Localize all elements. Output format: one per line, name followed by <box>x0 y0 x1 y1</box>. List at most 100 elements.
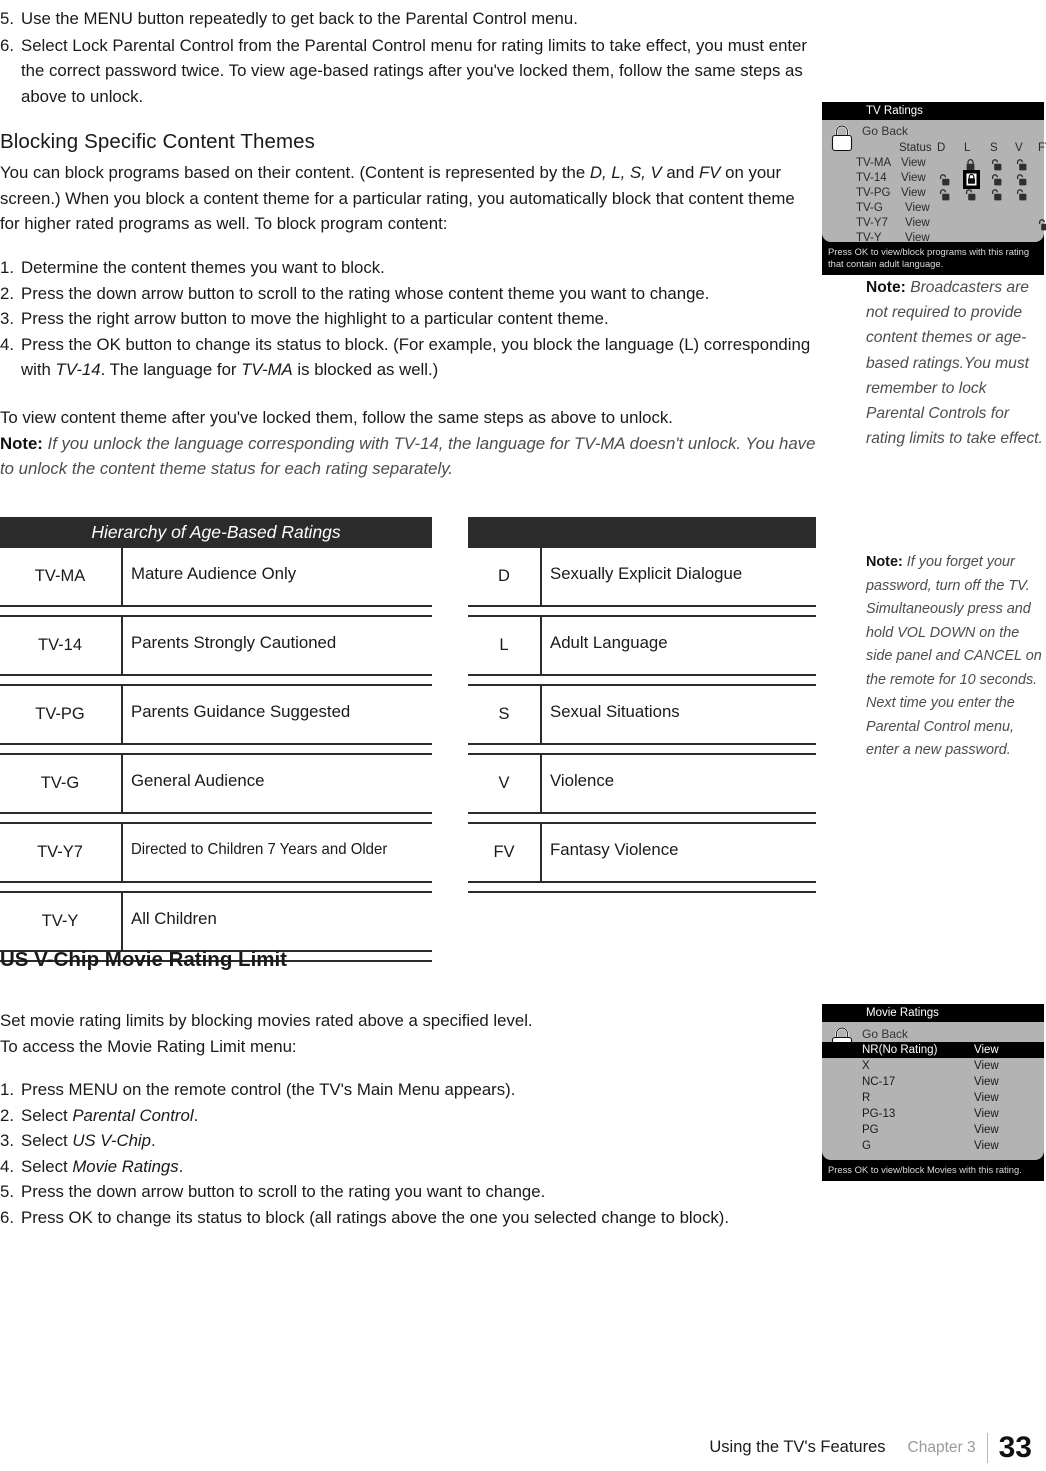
table-row: TV-Y All Children <box>0 893 432 950</box>
movie-rating-name: G <box>862 1140 871 1152</box>
para-part-b: and <box>661 163 700 182</box>
row-separator <box>0 674 432 686</box>
lock-open-icon[interactable] <box>1038 218 1046 231</box>
list-item[interactable]: NC-17 View <box>822 1074 1044 1090</box>
osd-row-status-tv-ma[interactable]: View <box>901 157 926 169</box>
movie-rating-name: PG-13 <box>862 1108 896 1120</box>
note-label: Note: <box>866 279 906 296</box>
lock-open-icon[interactable] <box>991 173 1002 186</box>
note-text: Broadcasters are not required to provide… <box>866 279 1043 448</box>
list-item[interactable]: G View <box>822 1138 1044 1154</box>
movie-rating-status: View <box>974 1124 999 1136</box>
movie-rating-name: R <box>862 1092 871 1104</box>
table-row: TV-Y7 Directed to Children 7 Years and O… <box>0 824 432 881</box>
osd-col-s: S <box>990 142 998 154</box>
list-item-number: 1. <box>0 258 14 277</box>
list-item[interactable]: PG-13 View <box>822 1106 1044 1122</box>
table-row: TV-14 Parents Strongly Cautioned <box>0 617 432 674</box>
osd-row-label-tv-14[interactable]: TV-14 <box>856 172 887 184</box>
section-heading: Blocking Specific Content Themes <box>0 130 316 153</box>
osd-row-label-tv-ma[interactable]: TV-MA <box>856 157 891 169</box>
movie-steps-list: 1. Press MENU on the remote control (the… <box>0 1077 816 1230</box>
osd-ratings-grid: Go Back Status D L S V FV TV-MA View TV-… <box>822 120 1046 244</box>
row-code: TV-G <box>40 774 80 792</box>
list-item-number: 5. <box>0 9 14 28</box>
osd-go-back[interactable]: Go Back <box>862 124 908 138</box>
list-item: 6. Select Lock Parental Control from the… <box>0 33 816 110</box>
lock-open-icon[interactable] <box>939 173 950 186</box>
step-part-c: . <box>193 1105 199 1125</box>
inline-note: Note: If you unlock the language corresp… <box>0 431 816 482</box>
osd-row-status-tv-g[interactable]: View <box>905 202 930 214</box>
side-note-1: Note: Broadcasters are not required to p… <box>866 275 1046 451</box>
lock-open-icon[interactable] <box>991 158 1002 171</box>
list-item-number: 2. <box>0 283 14 303</box>
para-italic-dlsv: D, L, S, V <box>589 163 662 182</box>
osd-body: Go Back NR(No Rating) View X View NC-17 … <box>822 1022 1044 1160</box>
table-age-based-ratings: Hierarchy of Age-Based Ratings TV-MA Mat… <box>0 517 432 962</box>
list-item-text: Press MENU on the remote control (the TV… <box>21 1077 816 1103</box>
lock-open-icon[interactable] <box>991 188 1002 201</box>
step-part-a: Select <box>21 1131 73 1150</box>
list-item[interactable]: X View <box>822 1058 1044 1074</box>
page-number: 33 <box>998 1431 1032 1464</box>
list-item[interactable]: NR(No Rating) View <box>822 1042 1044 1058</box>
osd-row-status-tv-pg[interactable]: View <box>901 187 926 199</box>
osd-row-label-tv-g[interactable]: TV-G <box>856 202 883 214</box>
list-item[interactable]: R View <box>822 1090 1044 1106</box>
osd-row-label-tv-pg[interactable]: TV-PG <box>856 187 891 199</box>
row-code: D <box>498 567 510 585</box>
table-row: D Sexually Explicit Dialogue <box>468 548 816 605</box>
osd-movie-ratings: Movie Ratings Go Back NR(No Rating) View… <box>822 1004 1044 1181</box>
manual-page: 5. Use the MENU button repeatedly to get… <box>0 0 1046 1471</box>
row-code: FV <box>493 843 515 861</box>
movie-rating-status: View <box>974 1140 999 1152</box>
section-movie-rating-limit: US V-Chip Movie Rating Limit <box>0 946 816 973</box>
list-item-number: 3. <box>0 309 14 328</box>
movie-rating-status: View <box>974 1076 999 1088</box>
row-divider <box>540 824 542 881</box>
table-row: TV-PG Parents Guidance Suggested <box>0 686 432 743</box>
list-item-number: 4. <box>0 334 14 354</box>
osd-row-status-tv-y[interactable]: View <box>905 232 930 244</box>
row-description: Fantasy Violence <box>550 840 679 859</box>
list-item[interactable]: PG View <box>822 1122 1044 1138</box>
page-footer: Using the TV's Features Chapter 3 33 <box>0 1423 1046 1471</box>
lock-open-icon[interactable] <box>965 188 976 201</box>
osd-row-status-tv-14[interactable]: View <box>901 172 926 184</box>
blocking-closing-block: To view content theme after you've locke… <box>0 405 816 482</box>
step-italic: Parental Control <box>72 1105 194 1125</box>
osd-row-label-tv-y7[interactable]: TV-Y7 <box>856 217 888 229</box>
osd-row-label-tv-y[interactable]: TV-Y <box>856 232 882 244</box>
lock-closed-selected-icon[interactable] <box>964 171 979 188</box>
list-item-text: Select Parental Control. <box>21 1103 816 1129</box>
lock-open-icon[interactable] <box>939 188 950 201</box>
row-description: Sexual Situations <box>550 702 680 721</box>
movie-rating-name: NR(No Rating) <box>862 1044 938 1056</box>
list-item: 5. Use the MENU button repeatedly to get… <box>0 6 816 32</box>
lock-open-icon[interactable] <box>1016 158 1027 171</box>
list-item-text: Press the OK button to change its status… <box>21 332 816 383</box>
blocking-intro-paragraph: You can block programs based on their co… <box>0 160 816 237</box>
list-item-text: Press the down arrow button to scroll to… <box>21 1182 546 1201</box>
row-separator <box>468 812 816 824</box>
list-item: 1. Determine the content themes you want… <box>0 255 816 281</box>
list-item: 5. Press the down arrow button to scroll… <box>0 1179 816 1205</box>
list-item-number: 2. <box>0 1105 14 1125</box>
footer-chapter: Chapter 3 <box>907 1439 976 1456</box>
step-italic: US V-Chip <box>72 1131 151 1150</box>
movie-rating-name: X <box>862 1060 870 1072</box>
note-text: If you forget your password, turn off th… <box>866 554 1042 758</box>
lock-open-icon[interactable] <box>1016 173 1027 186</box>
list-item-text: Press the right arrow button to move the… <box>21 309 609 328</box>
osd-col-v: V <box>1015 142 1023 154</box>
osd-go-back[interactable]: Go Back <box>862 1026 1044 1042</box>
osd-row-status-tv-y7[interactable]: View <box>905 217 930 229</box>
list-item-text: Press the down arrow button to scroll to… <box>21 283 710 303</box>
row-separator <box>468 674 816 686</box>
step4-part-b: . The language for <box>100 360 242 379</box>
row-description: Parents Strongly Cautioned <box>131 633 337 652</box>
lock-selection-highlight[interactable] <box>963 170 980 189</box>
lock-open-icon[interactable] <box>1016 188 1027 201</box>
list-item: 3. Select US V-Chip. <box>0 1128 816 1154</box>
